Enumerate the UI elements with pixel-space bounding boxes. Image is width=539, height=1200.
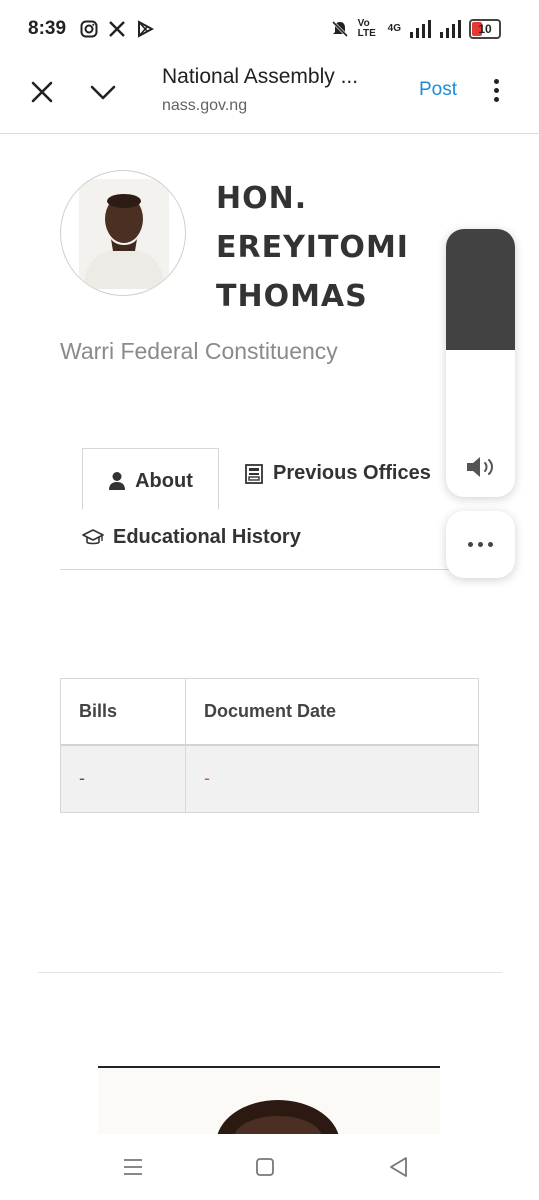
table-row: - -	[60, 744, 479, 813]
tab-about-label: About	[135, 469, 193, 492]
constituency: Warri Federal Constituency	[60, 338, 338, 364]
more-options-icon[interactable]	[488, 76, 504, 106]
x-icon	[109, 21, 125, 37]
column-header-document-date: Document Date	[185, 678, 479, 746]
page-url: nass.gov.ng	[162, 97, 248, 114]
document-photo	[98, 1068, 440, 1136]
status-time: 8:39	[28, 18, 67, 39]
home-icon[interactable]	[252, 1154, 278, 1180]
chevron-down-icon[interactable]	[88, 78, 118, 106]
volume-track-fill	[446, 229, 515, 350]
page-title: National Assembly ...	[162, 65, 359, 88]
profile-tabs: About Previous Offices Educational Histo…	[60, 448, 460, 570]
close-icon[interactable]	[28, 78, 56, 106]
status-bar: 8:39 Vo LTE 4G 10	[0, 0, 539, 62]
tab-about[interactable]: About	[82, 448, 219, 510]
4g-signal-icon	[410, 20, 431, 38]
mute-icon	[331, 20, 348, 38]
bills-table: Bills Document Date - -	[60, 678, 479, 813]
system-icons: Vo LTE 4G 10	[330, 18, 501, 40]
instagram-icon	[80, 20, 98, 38]
table-cell-bill: -	[60, 744, 186, 813]
member-name: HON. EREYITOMI THOMAS	[216, 181, 409, 314]
column-header-bills: Bills	[60, 678, 186, 746]
battery-level: 10	[478, 22, 492, 36]
recent-apps-icon[interactable]	[120, 1154, 146, 1180]
post-button[interactable]: Post	[419, 79, 457, 101]
play-store-icon	[138, 20, 154, 38]
section-divider	[38, 972, 502, 973]
battery-icon: 10	[469, 19, 501, 39]
tab-previous-offices-label: Previous Offices	[273, 462, 431, 484]
volume-more-button[interactable]	[446, 511, 515, 578]
volte-icon: Vo LTE	[357, 18, 376, 39]
table-cell-document-date[interactable]: -	[185, 744, 479, 813]
table-header-row: Bills Document Date	[60, 678, 479, 746]
notification-icons	[80, 20, 154, 38]
signal-icon	[440, 20, 461, 38]
4g-label: 4G	[387, 23, 401, 34]
back-icon[interactable]	[386, 1154, 412, 1180]
portrait-image	[79, 179, 169, 289]
building-icon	[245, 463, 263, 484]
tab-previous-offices[interactable]: Previous Offices	[244, 462, 431, 485]
volume-slider[interactable]	[446, 229, 515, 497]
tab-educational-history[interactable]: Educational History	[82, 526, 301, 549]
graduation-cap-icon	[82, 528, 104, 544]
document-image	[98, 1066, 440, 1136]
system-nav-bar	[0, 1134, 539, 1200]
browser-header: National Assembly ... nass.gov.ng Post	[0, 62, 539, 134]
tab-educational-history-label: Educational History	[113, 526, 301, 548]
user-icon	[109, 472, 126, 490]
speaker-icon[interactable]	[465, 453, 497, 481]
member-photo	[60, 170, 186, 296]
